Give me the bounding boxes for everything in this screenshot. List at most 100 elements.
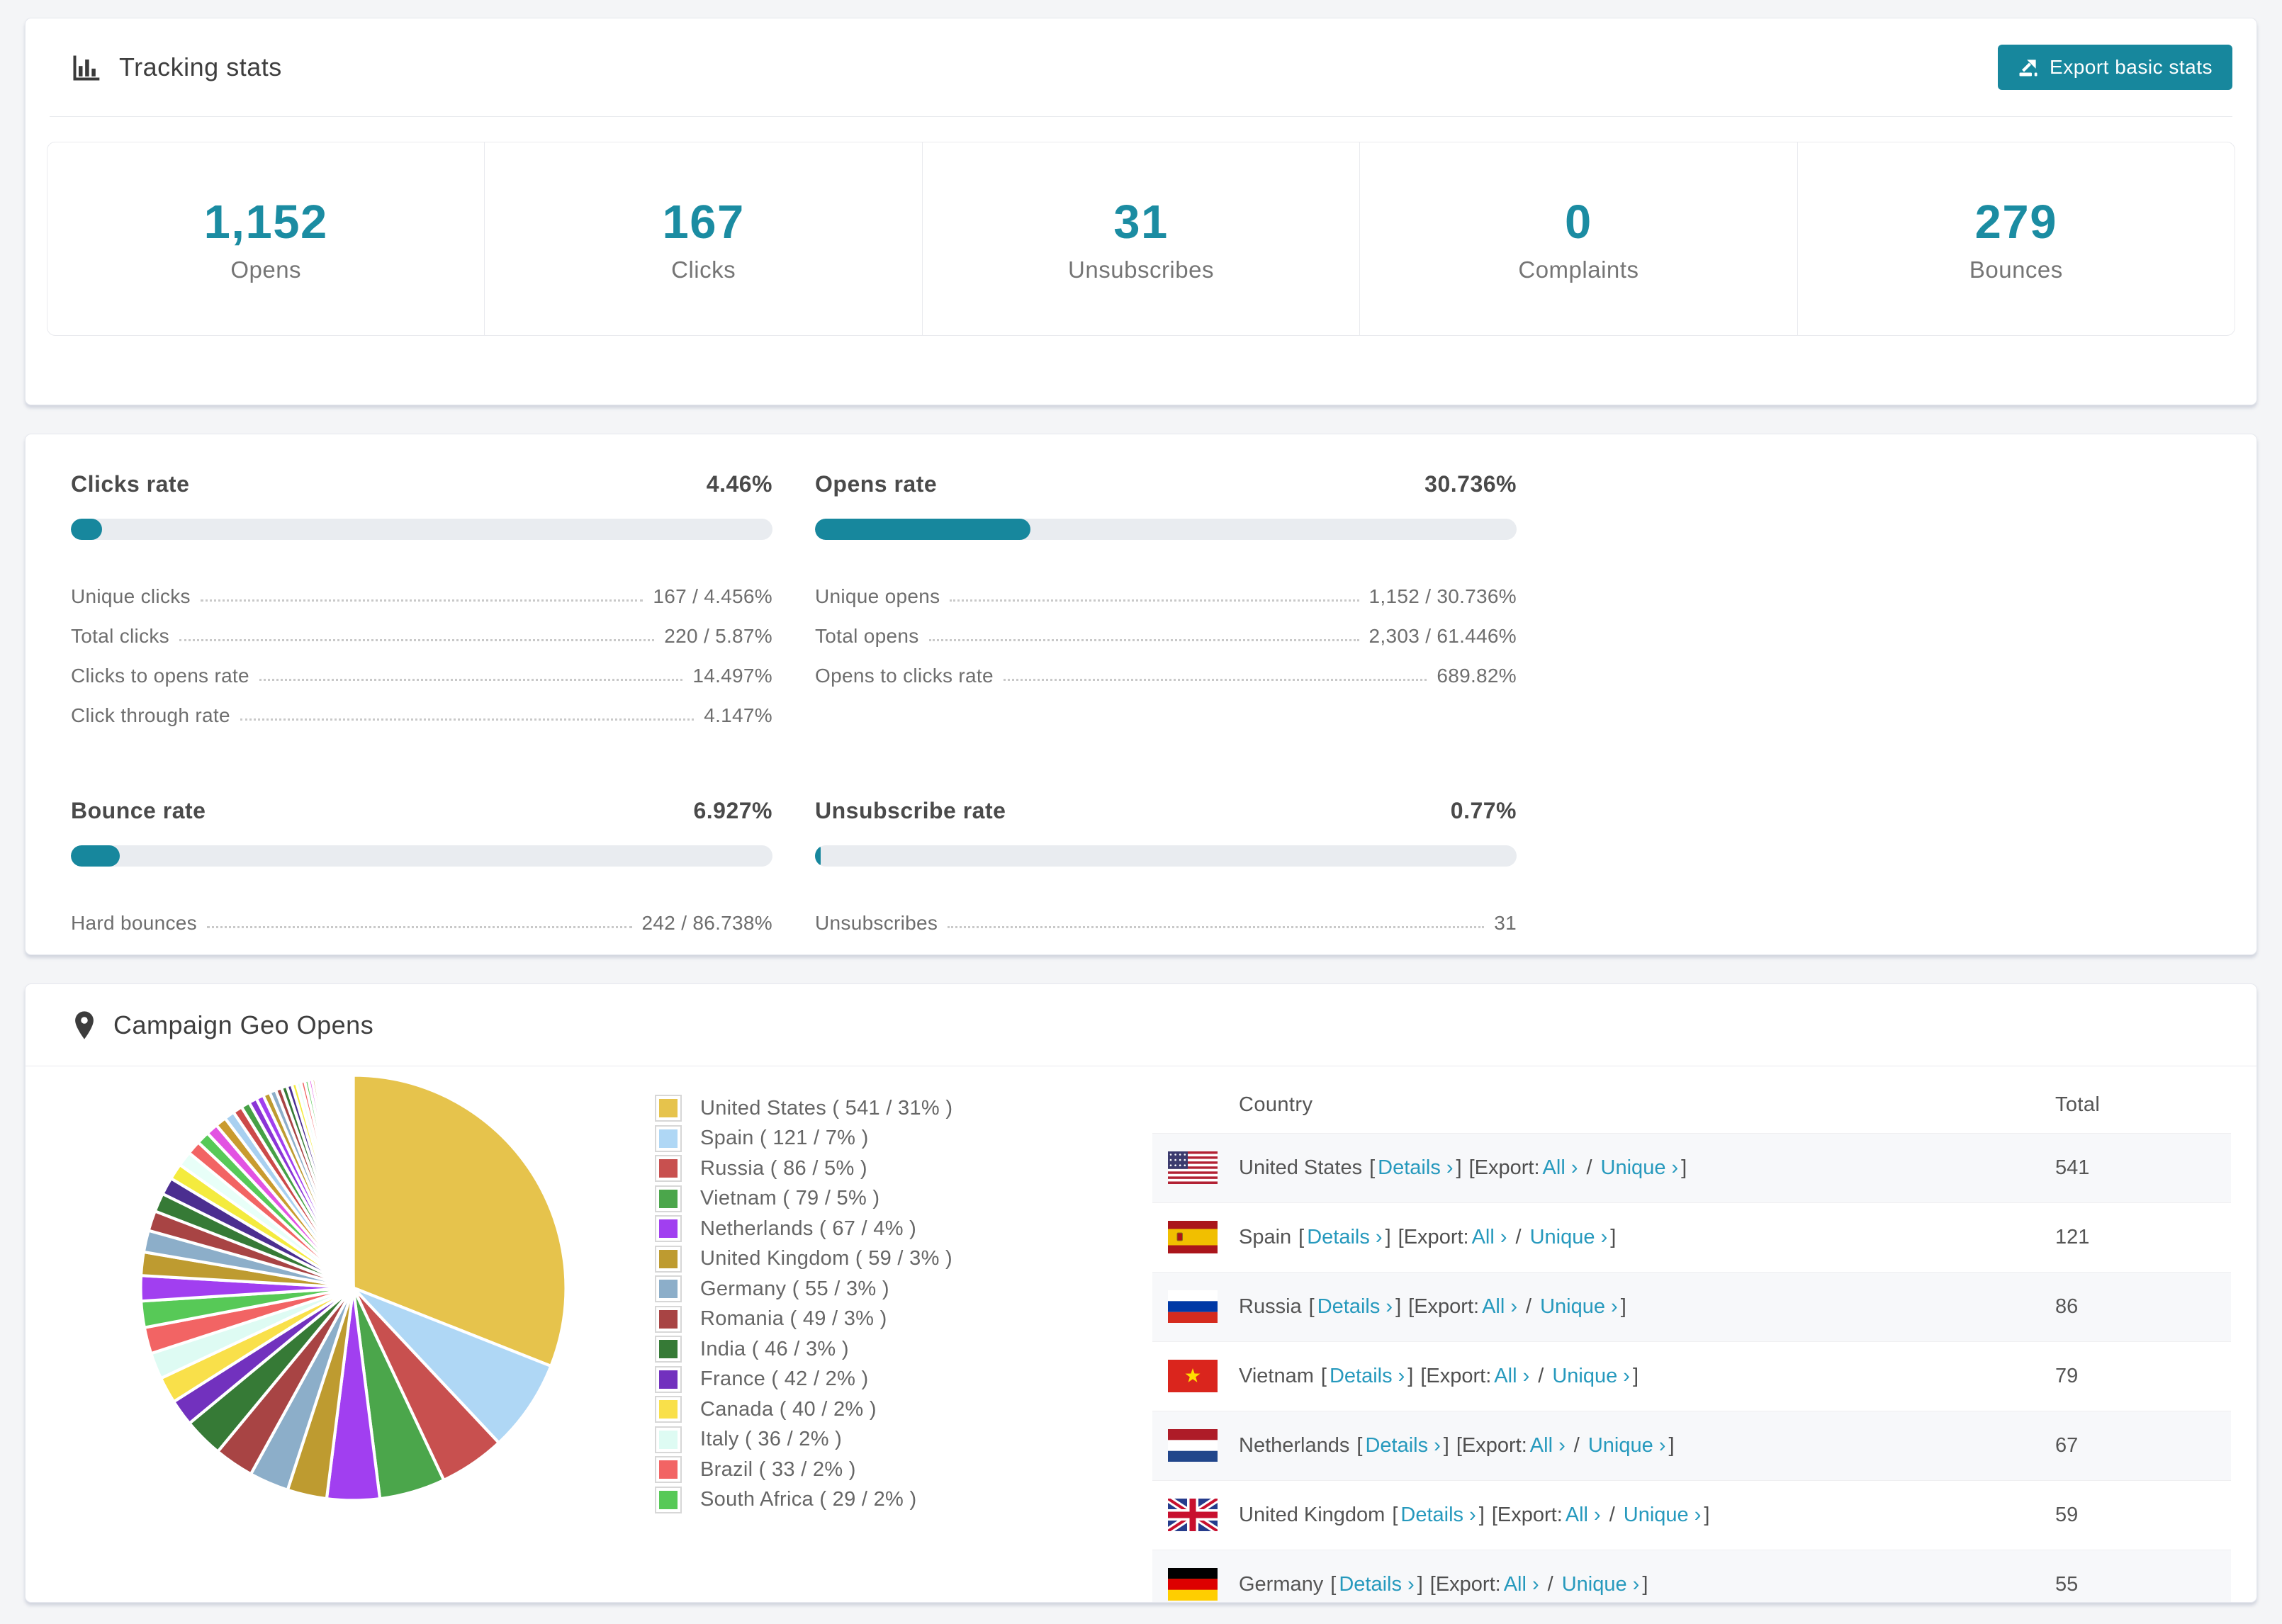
total-value: 121 (2055, 1226, 2090, 1248)
rate-row-value: 2,303 / 61.446% (1368, 625, 1517, 647)
details-link[interactable]: Details › (1400, 1504, 1476, 1527)
dotted-leader (200, 599, 643, 602)
rate-row-label: Hard bounces (71, 912, 197, 934)
bracket-token: ] (1385, 1226, 1391, 1248)
legend-label: Spain ( 121 / 7% ) (700, 1127, 869, 1150)
legend-item: Russia ( 86 / 5% ) (655, 1154, 952, 1184)
rate-title: Opens rate (815, 471, 938, 497)
country-name: Netherlands (1239, 1434, 1350, 1457)
details-link[interactable]: Details › (1378, 1156, 1453, 1180)
rate-row: Clicks to opens rate 14.497% (71, 648, 772, 687)
legend-item: Italy ( 36 / 2% ) (655, 1425, 952, 1455)
rate-progress-track (71, 845, 772, 867)
tracking-stats-title-group: Tracking stats (71, 52, 282, 83)
export-unique-link[interactable]: Unique › (1562, 1573, 1640, 1596)
rate-head: Unsubscribe rate 0.77% (815, 798, 1517, 824)
rate-row-label: Total opens (815, 625, 919, 647)
campaign-geo-opens-card: Campaign Geo Opens United States ( 541 /… (25, 983, 2257, 1603)
bracket-token: [ (1356, 1434, 1363, 1457)
rate-row-label: Total clicks (71, 625, 169, 647)
export-all-link[interactable]: All › (1530, 1434, 1566, 1457)
rate-row-label: Unique clicks (71, 585, 191, 607)
table-body: United States [ Details › ] [ Export: Al… (1152, 1133, 2231, 1602)
rate-row: Click through rate 4.147% (71, 687, 772, 727)
export-basic-stats-button[interactable]: Export basic stats (1998, 45, 2232, 90)
country-cell: Netherlands [ Details › ] [ Export: All … (1152, 1434, 2055, 1457)
table-row: Spain [ Details › ] [ Export: All › / Un… (1152, 1202, 2231, 1272)
legend-swatch (655, 1095, 682, 1122)
bracket-token: [ (1308, 1295, 1315, 1318)
rate-value: 30.736% (1424, 471, 1517, 497)
rate-row-value: 31 (1494, 912, 1517, 934)
rate-rows: Unsubscribes 31 (815, 895, 1517, 935)
table-row: United Kingdom [ Details › ] [ Export: A… (1152, 1480, 2231, 1550)
stat-value: 1,152 (203, 195, 328, 249)
total-value: 55 (2055, 1573, 2079, 1596)
rate-progress-track (815, 845, 1517, 867)
legend-swatch (655, 1185, 682, 1212)
country-cell: United Kingdom [ Details › ] [ Export: A… (1152, 1504, 2055, 1527)
bar-chart-icon (71, 52, 102, 83)
export-unique-link[interactable]: Unique › (1601, 1156, 1679, 1180)
rate-block: Bounce rate 6.927% Hard bounces 242 / 86… (71, 798, 772, 954)
page-title: Tracking stats (119, 52, 282, 81)
slash-token: / (1526, 1295, 1532, 1318)
stat-value: 279 (1974, 195, 2057, 249)
export-all-link[interactable]: All › (1566, 1504, 1601, 1527)
export-all-link[interactable]: All › (1504, 1573, 1539, 1596)
legend-item: France ( 42 / 2% ) (655, 1365, 952, 1395)
map-pin-icon (72, 1010, 96, 1040)
export-button-label: Export basic stats (2050, 56, 2213, 78)
legend-swatch (655, 1456, 682, 1484)
rate-rows: Unique opens 1,152 / 30.736% Total opens… (815, 568, 1517, 687)
geo-opens-table: Country Total United States [ Details › … (1152, 1076, 2231, 1602)
column-header-country: Country (1239, 1093, 1313, 1116)
stat-label: Complaints (1518, 256, 1639, 283)
details-link[interactable]: Details › (1339, 1573, 1414, 1596)
dotted-leader (259, 679, 683, 681)
details-link[interactable]: Details › (1317, 1295, 1393, 1319)
country-name: Vietnam (1239, 1365, 1314, 1387)
export-unique-link[interactable]: Unique › (1540, 1295, 1618, 1319)
bracket-token: ] (1443, 1434, 1449, 1457)
rate-value: 4.46% (706, 471, 772, 497)
legend-label: Russia ( 86 / 5% ) (700, 1156, 867, 1180)
table-header-row: Country Total (1152, 1076, 2231, 1133)
export-icon (2018, 57, 2039, 78)
rate-block: Clicks rate 4.46% Unique clicks 167 / 4.… (71, 471, 772, 727)
stat-value: 167 (662, 195, 745, 249)
export-unique-link[interactable]: Unique › (1624, 1504, 1702, 1527)
export-all-link[interactable]: All › (1482, 1295, 1517, 1319)
rate-progress-track (71, 519, 772, 540)
export-unique-link[interactable]: Unique › (1588, 1434, 1666, 1457)
export-all-link[interactable]: All › (1494, 1365, 1529, 1388)
nl-flag-icon (1168, 1429, 1218, 1462)
table-row: Vietnam [ Details › ] [ Export: All › / … (1152, 1341, 2231, 1411)
export-all-link[interactable]: All › (1472, 1226, 1507, 1249)
legend-swatch (655, 1245, 682, 1273)
rate-row-value: 220 / 5.87% (664, 625, 772, 647)
details-link[interactable]: Details › (1307, 1226, 1382, 1249)
bracket-token: ] (1681, 1156, 1687, 1179)
legend-swatch (655, 1215, 682, 1243)
rate-row: Unsubscribes 31 (815, 895, 1517, 935)
country-cell: Vietnam [ Details › ] [ Export: All › / … (1152, 1365, 2055, 1388)
legend-swatch (655, 1155, 682, 1183)
legend-item: South Africa ( 29 / 2% ) (655, 1485, 952, 1516)
export-all-link[interactable]: All › (1543, 1156, 1578, 1180)
dotted-leader (928, 639, 1359, 641)
export-label-token: Export: (1497, 1504, 1563, 1526)
table-row: Germany [ Details › ] [ Export: All › / … (1152, 1550, 2231, 1602)
export-unique-link[interactable]: Unique › (1530, 1226, 1608, 1249)
bracket-token: ] (1642, 1573, 1648, 1596)
country-name: United States (1239, 1156, 1363, 1179)
rate-row: Unique clicks 167 / 4.456% (71, 568, 772, 608)
bracket-token: [ (1491, 1504, 1497, 1526)
export-unique-link[interactable]: Unique › (1552, 1365, 1630, 1388)
bracket-token: [ (1398, 1226, 1404, 1248)
details-link[interactable]: Details › (1365, 1434, 1440, 1457)
geo-opens-pie-chart[interactable] (132, 1066, 575, 1509)
details-link[interactable]: Details › (1330, 1365, 1405, 1388)
export-label-token: Export: (1414, 1295, 1480, 1318)
bracket-token: ] (1478, 1504, 1485, 1526)
